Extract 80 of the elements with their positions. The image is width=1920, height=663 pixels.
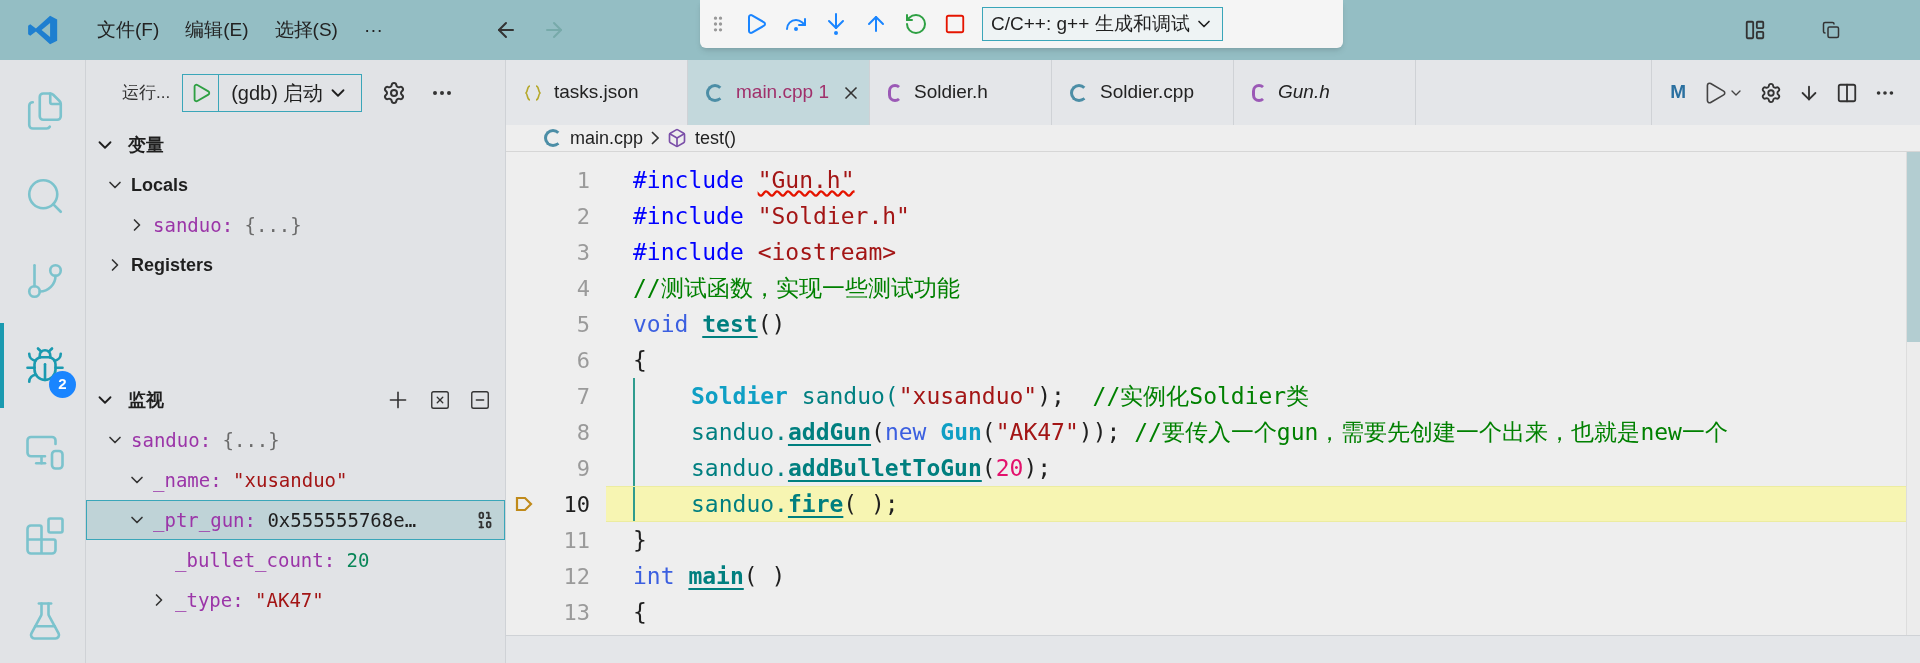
line-number: 8 <box>575 418 590 447</box>
code-line: } <box>632 525 648 555</box>
section-title: 监视 <box>128 388 164 412</box>
code-line: #include "Gun.h" <box>632 165 856 195</box>
count-badge: 2 <box>49 371 76 398</box>
app-logo-icon <box>26 13 60 47</box>
code-line: int main( ) <box>632 561 787 591</box>
variable-entry: _name: "xusanduo" <box>153 467 348 494</box>
tree-row[interactable]: _bullet_count: 20 <box>86 540 505 580</box>
launch-config-control[interactable]: (gdb) 启动 <box>182 73 363 112</box>
stop-icon[interactable] <box>944 13 966 35</box>
tree-row[interactable]: sanduo: {...} <box>86 205 505 245</box>
method-icon <box>667 128 688 148</box>
variable-entry: _bullet_count: 20 <box>175 547 370 574</box>
header-file-icon <box>888 83 902 102</box>
editor-tab[interactable]: main.cpp 1 <box>688 60 870 125</box>
restart-icon[interactable] <box>904 12 928 36</box>
tree-row[interactable]: sanduo: {...} <box>86 420 505 460</box>
current-line-arrow-icon <box>514 494 534 514</box>
split-editor-icon[interactable] <box>1836 81 1858 104</box>
section-header[interactable]: 监视 <box>86 380 505 420</box>
line-number: 13 <box>562 598 590 627</box>
menu-item[interactable]: 选择(S) <box>263 10 349 50</box>
layout-icon[interactable] <box>1744 19 1766 41</box>
debug-config-select[interactable]: C/C++: g++ 生成和调试 <box>982 7 1223 41</box>
line-number: 1 <box>575 166 590 195</box>
code-line: #include "Soldier.h" <box>632 201 911 231</box>
line-number: 10 <box>562 490 590 519</box>
breadcrumb-item[interactable]: test() <box>695 124 737 152</box>
tab-label: main.cpp 1 <box>736 80 829 105</box>
variable-entry: sanduo: {...} <box>131 427 280 453</box>
tree-row[interactable]: Locals <box>86 165 505 205</box>
menu-item[interactable]: 编辑(E) <box>174 10 260 50</box>
variable-entry: _type: "AK47" <box>175 587 324 614</box>
code-line: void test() <box>632 309 787 339</box>
code-line: { <box>632 597 648 627</box>
line-number: 11 <box>562 526 590 555</box>
settings-icon[interactable] <box>382 80 407 105</box>
collapse-all-icon[interactable] <box>469 389 491 411</box>
variable-entry: sanduo: {...} <box>153 212 302 238</box>
scope-label: Locals <box>131 173 189 197</box>
run-label: 运行... <box>122 81 171 104</box>
scrollbar-thumb[interactable] <box>1907 152 1920 342</box>
breadcrumb-item[interactable]: main.cpp <box>570 124 644 152</box>
line-number: 3 <box>575 238 590 267</box>
makefile-icon[interactable]: M <box>1670 78 1686 107</box>
code-line: { <box>632 345 648 375</box>
section-header[interactable]: 变量 <box>86 125 505 165</box>
tab-label: Soldier.h <box>914 80 988 105</box>
braces-icon <box>524 83 542 102</box>
code-line: //测试函数，实现一些测试功能 <box>632 273 961 303</box>
settings-icon[interactable] <box>1760 81 1782 104</box>
line-number: 4 <box>575 274 590 303</box>
tree-row[interactable]: _name: "xusanduo" <box>86 460 505 500</box>
line-number: 9 <box>575 454 590 483</box>
header-file-icon <box>1252 83 1266 102</box>
line-number: 7 <box>575 382 590 411</box>
code-line: #include <iostream> <box>632 237 898 267</box>
tree-row[interactable]: _ptr_gun: 0x555555768e… <box>86 500 505 540</box>
launch-config-select[interactable]: (gdb) 启动 <box>219 77 362 108</box>
tree-row[interactable]: _type: "AK47" <box>86 580 505 620</box>
menu-item[interactable]: 文件(F) <box>86 10 171 50</box>
chevron-right-icon <box>651 131 660 145</box>
remove-all-icon[interactable] <box>429 389 451 411</box>
code-line: Soldier sanduo("xusanduo"); //实例化Soldier类 <box>606 378 1906 414</box>
scope-label: Registers <box>131 253 214 277</box>
extensions-icon <box>23 514 66 557</box>
line-number: 12 <box>562 562 590 591</box>
section-title: 变量 <box>128 133 164 157</box>
line-number: 2 <box>575 202 590 231</box>
variable-entry: _ptr_gun: 0x555555768e… <box>153 507 417 534</box>
tab-label: Gun.h <box>1278 80 1330 105</box>
tab-label: tasks.json <box>554 80 639 105</box>
line-number: 5 <box>575 310 590 339</box>
restore-icon[interactable] <box>1822 21 1840 39</box>
tab-label: Soldier.cpp <box>1100 80 1194 105</box>
tree-row[interactable]: Registers <box>86 245 505 285</box>
code-line: sanduo.addGun(new Gun("AK47")); //要传入一个gun，需要先创建一个出来，也就是new一个 <box>606 414 1906 450</box>
menu-item[interactable]: ··· <box>352 10 394 50</box>
line-number: 6 <box>575 346 590 375</box>
